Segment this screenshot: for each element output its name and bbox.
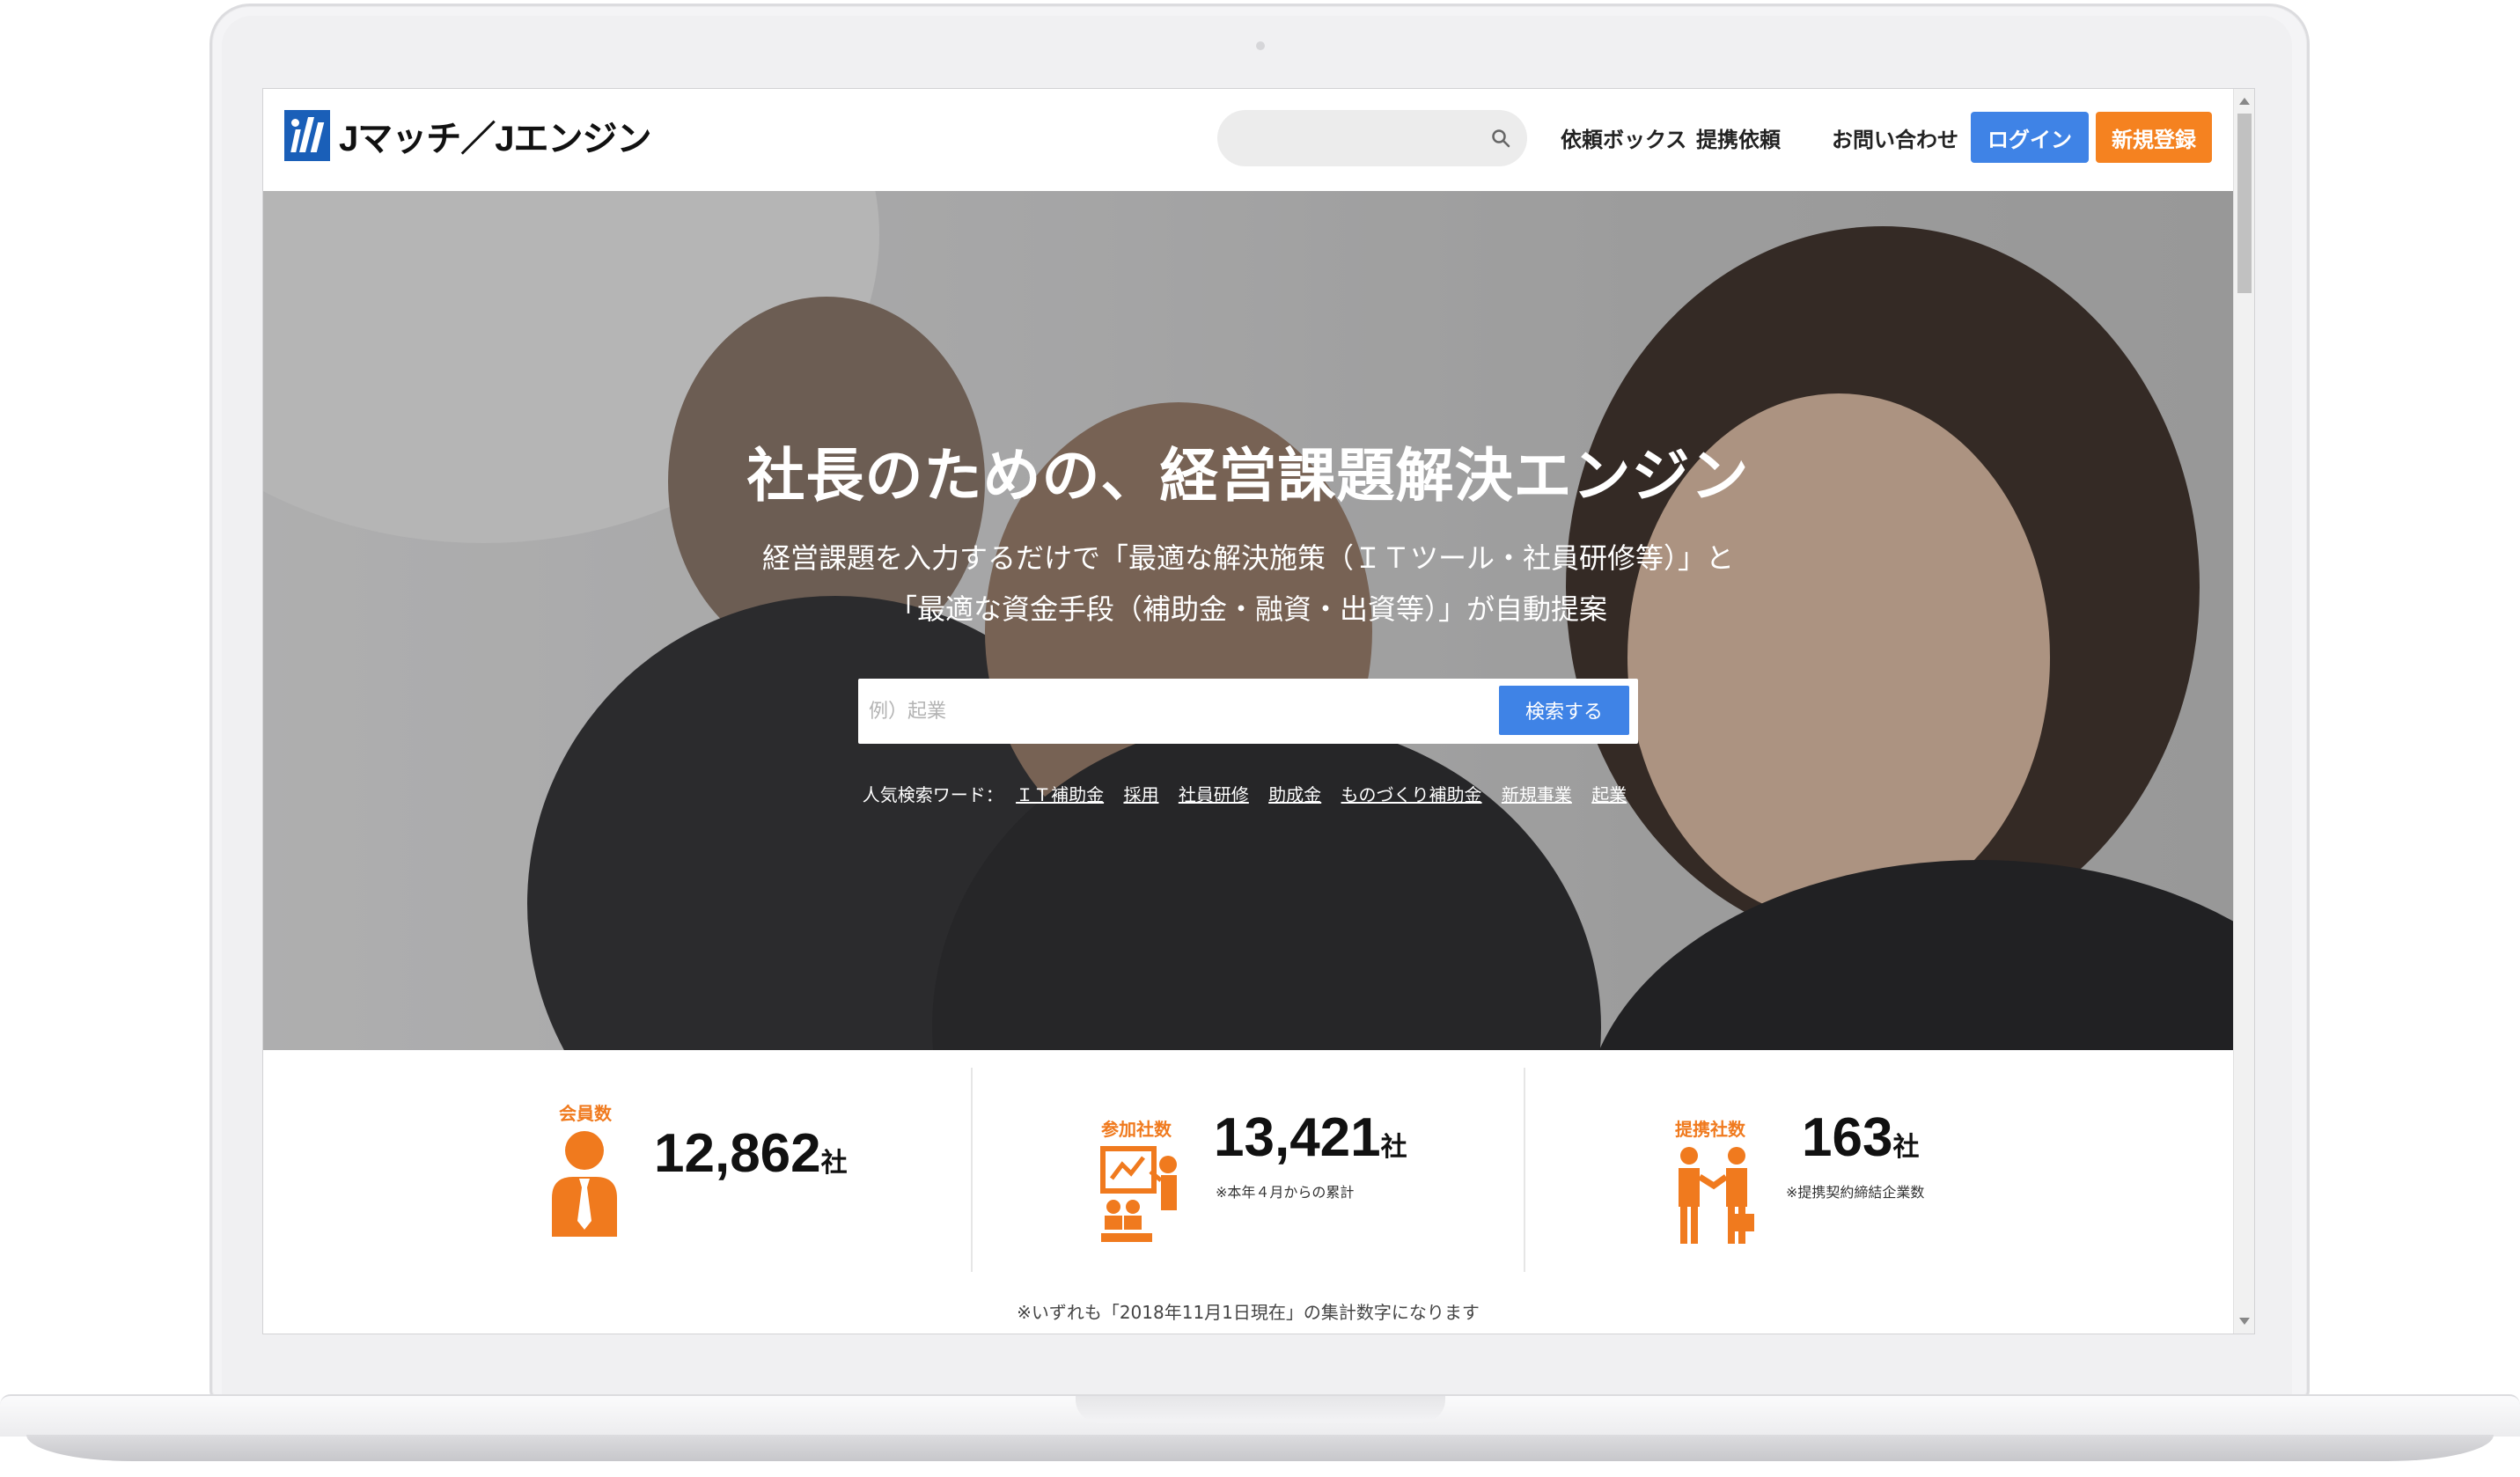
stats-footnote: ※いずれも「2018年11月1日現在」の集計数字になります [1017, 1302, 1480, 1323]
popular-keyword-link[interactable]: ＩＴ補助金 [1016, 784, 1104, 805]
site-logo[interactable]: Jマッチ／Jエンジン [284, 110, 651, 161]
nav-request-box[interactable]: 依頼ボックス [1561, 122, 1686, 153]
popular-keyword-link[interactable]: ものづくり補助金 [1341, 784, 1482, 805]
participants-note: ※本年４月からの累計 [1216, 1184, 1355, 1201]
page-scrollbar[interactable] [2233, 89, 2254, 1334]
partners-note: ※提携契約締結企業数 [1786, 1184, 1925, 1201]
hero-title: 社長のための、経営課題解決エンジン [746, 442, 1750, 510]
hero-subtitle-line2: 「最適な資金手段（補助金・融資・出資等）」が自動提案 [888, 592, 1607, 626]
popular-keyword-link[interactable]: 起業 [1591, 784, 1627, 805]
participants-label: 参加社数 [1101, 1119, 1172, 1140]
popular-keywords: 人気検索ワード： ＩＴ補助金 採用 社員研修 助成金 ものづくり補助金 新規事業… [263, 781, 2233, 806]
scroll-up-arrow-icon[interactable] [2239, 98, 2250, 105]
laptop-notch [1076, 1396, 1445, 1422]
members-count: 12,862社 [654, 1123, 848, 1184]
hero-subtitle-line1: 経営課題を入力するだけで「最適な解決施策（ＩＴツール・社員研修等）」と [761, 541, 1734, 575]
laptop-base-bottom [26, 1435, 2494, 1461]
partners-label: 提携社数 [1675, 1119, 1745, 1140]
participants-count: 13,421社 [1214, 1107, 1407, 1168]
nav-partnership-request[interactable]: 提携依頼 [1696, 122, 1781, 153]
scroll-down-arrow-icon[interactable] [2239, 1318, 2250, 1325]
handshake-icon [1679, 1147, 1754, 1244]
partners-count: 163社 [1802, 1107, 1920, 1168]
members-label: 会員数 [559, 1103, 612, 1124]
web-page: Jマッチ／Jエンジン 依頼ボックス 提携依頼 お問い合わせ ログイン 新規登録 [263, 89, 2233, 1334]
hero-search-input[interactable] [867, 686, 1487, 737]
hero-section: 社長のための、経営課題解決エンジン 経営課題を入力するだけで「最適な解決施策（Ｉ… [263, 191, 2233, 1050]
stats-divider [971, 1068, 973, 1272]
header-search-input[interactable] [1217, 110, 1527, 166]
browser-screen: Jマッチ／Jエンジン 依頼ボックス 提携依頼 お問い合わせ ログイン 新規登録 [262, 88, 2255, 1334]
seminar-presentation-icon [1100, 1146, 1177, 1242]
login-button[interactable]: ログイン [1971, 112, 2089, 163]
camera-icon [1256, 41, 1265, 50]
stats-section: 会員数 12,862社 参加社数 13,421社 ※本年４月からの累計 提携社数… [263, 1050, 2233, 1334]
logo-mark-icon [284, 110, 330, 161]
stats-divider [1524, 1068, 1525, 1272]
logo-text: Jマッチ／Jエンジン [339, 120, 651, 158]
popular-keyword-link[interactable]: 採用 [1123, 784, 1158, 805]
nav-contact[interactable]: お問い合わせ [1832, 122, 1958, 153]
member-person-icon [552, 1131, 617, 1237]
hero-search-button[interactable]: 検索する [1499, 686, 1629, 735]
popular-keyword-link[interactable]: 助成金 [1268, 784, 1321, 805]
popular-keyword-link[interactable]: 新規事業 [1502, 784, 1572, 805]
laptop-base [0, 1394, 2520, 1477]
popular-keyword-link[interactable]: 社員研修 [1179, 784, 1249, 805]
search-icon[interactable] [1490, 128, 1511, 149]
popular-keywords-label: 人気検索ワード： [862, 784, 1003, 805]
site-header: Jマッチ／Jエンジン 依頼ボックス 提携依頼 お問い合わせ ログイン 新規登録 [263, 89, 2233, 191]
hero-search-box: 検索する [858, 679, 1638, 744]
register-button[interactable]: 新規登録 [2096, 112, 2212, 163]
scroll-thumb[interactable] [2237, 114, 2252, 293]
